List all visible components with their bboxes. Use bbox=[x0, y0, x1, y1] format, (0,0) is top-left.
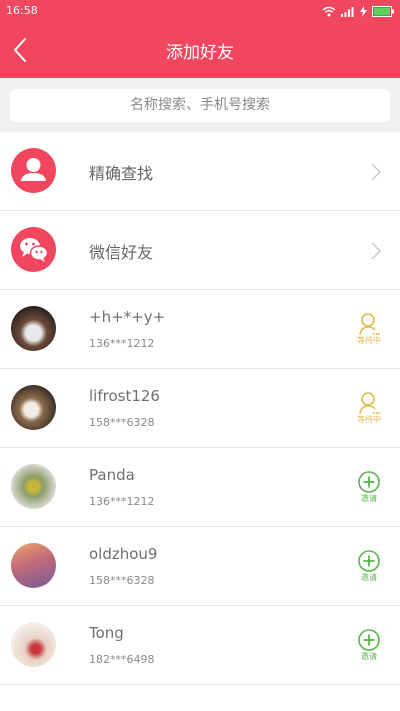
status-bar: 16:58 bbox=[0, 0, 400, 22]
person-icon bbox=[21, 158, 46, 181]
avatar bbox=[11, 622, 56, 667]
avatar bbox=[11, 464, 56, 509]
waiting-status: 等待中 bbox=[354, 312, 384, 350]
contact-name: +h+*+y+ bbox=[89, 308, 166, 326]
waiting-label: 等待中 bbox=[357, 336, 381, 345]
status-time: 16:58 bbox=[6, 4, 38, 17]
contact-name: Tong bbox=[89, 624, 124, 642]
contact-row[interactable]: Panda 136***1212 邀请 bbox=[0, 448, 400, 527]
charging-icon bbox=[360, 5, 367, 17]
add-circle-icon bbox=[358, 629, 380, 651]
contact-phone: 136***1212 bbox=[89, 337, 155, 350]
invite-button[interactable]: 邀请 bbox=[354, 628, 384, 666]
invite-button[interactable]: 邀请 bbox=[354, 470, 384, 508]
add-circle-icon bbox=[358, 550, 380, 572]
invite-label: 邀请 bbox=[361, 652, 377, 661]
exact-search-label: 精确查找 bbox=[89, 164, 154, 183]
search-area: 名称搜索、手机号搜索 bbox=[0, 78, 400, 132]
exact-search-icon-circle bbox=[11, 148, 56, 193]
waiting-label: 等待中 bbox=[357, 415, 381, 424]
battery-icon bbox=[372, 5, 394, 17]
contact-name: oldzhou9 bbox=[89, 545, 158, 563]
wechat-icon-circle bbox=[11, 227, 56, 272]
exact-search-row[interactable]: 精确查找 bbox=[0, 132, 400, 211]
contact-phone: 158***6328 bbox=[89, 416, 155, 429]
waiting-status: 等待中 bbox=[354, 391, 384, 429]
contact-name: lifrost126 bbox=[89, 387, 160, 405]
contact-row[interactable]: Tong 182***6498 邀请 bbox=[0, 606, 400, 685]
page-title: 添加好友 bbox=[166, 43, 234, 63]
status-icons bbox=[322, 5, 394, 17]
wechat-friends-row[interactable]: 微信好友 bbox=[0, 211, 400, 290]
user-pending-icon bbox=[359, 313, 380, 336]
contact-phone: 158***6328 bbox=[89, 574, 155, 587]
user-pending-icon bbox=[359, 392, 380, 415]
add-circle-icon bbox=[358, 471, 380, 493]
invite-label: 邀请 bbox=[361, 573, 377, 582]
wechat-friends-label: 微信好友 bbox=[89, 243, 154, 262]
contact-phone: 136***1212 bbox=[89, 495, 155, 508]
signal-icon bbox=[341, 6, 354, 17]
contact-name: Panda bbox=[89, 466, 135, 484]
invite-label: 邀请 bbox=[361, 494, 377, 503]
chevron-right-icon bbox=[371, 163, 382, 181]
avatar bbox=[11, 543, 56, 588]
avatar bbox=[11, 306, 56, 351]
avatar bbox=[11, 385, 56, 430]
contact-row[interactable]: oldzhou9 158***6328 邀请 bbox=[0, 527, 400, 606]
contact-phone: 182***6498 bbox=[89, 653, 155, 666]
chevron-right-icon bbox=[371, 242, 382, 260]
contact-row[interactable]: lifrost126 158***6328 等待中 bbox=[0, 369, 400, 448]
search-input[interactable]: 名称搜索、手机号搜索 bbox=[10, 89, 390, 122]
invite-button[interactable]: 邀请 bbox=[354, 549, 384, 587]
contact-row[interactable]: +h+*+y+ 136***1212 等待中 bbox=[0, 290, 400, 369]
nav-bar: 添加好友 bbox=[0, 22, 400, 78]
wechat-icon bbox=[20, 238, 49, 262]
wifi-icon bbox=[322, 6, 336, 16]
